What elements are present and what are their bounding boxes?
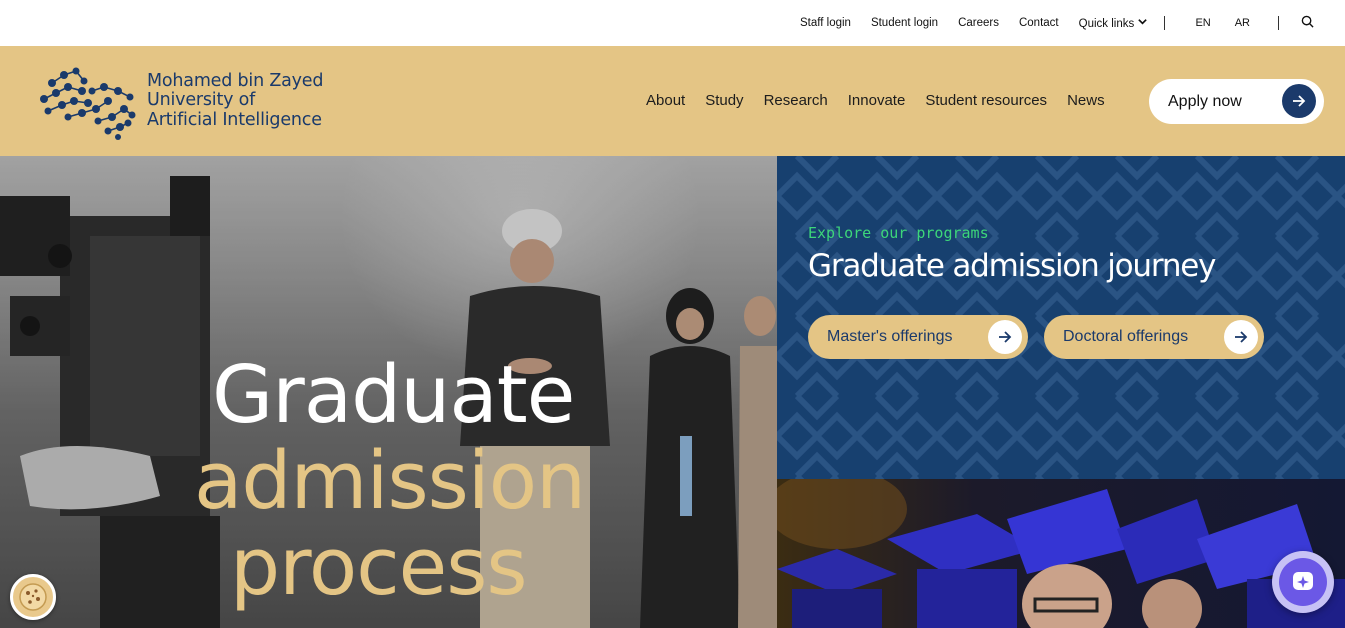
logo-line-1: Mohamed bin Zayed xyxy=(147,70,324,91)
utility-links: Staff login Student login Careers Contac… xyxy=(800,0,1345,46)
staff-login-link[interactable]: Staff login xyxy=(800,17,851,29)
search-icon xyxy=(1301,15,1314,28)
nav-news[interactable]: News xyxy=(1067,92,1105,109)
utility-bar: Staff login Student login Careers Contac… xyxy=(0,0,1345,46)
graduation-image xyxy=(777,479,1345,628)
language-ar[interactable]: AR xyxy=(1235,17,1250,29)
logo-text: Mohamed bin Zayed University of Artifici… xyxy=(147,70,324,131)
logo-line-2: University of xyxy=(147,90,256,111)
arrow-right-icon xyxy=(1224,320,1258,354)
chevron-down-icon xyxy=(1138,19,1148,25)
logo-mark-icon xyxy=(40,67,136,140)
divider xyxy=(1164,16,1166,30)
nav-research[interactable]: Research xyxy=(764,92,828,109)
contact-link[interactable]: Contact xyxy=(1019,17,1059,29)
hero-title-line-1: Graduate xyxy=(212,349,575,441)
main-header: Mohamed bin Zayed University of Artifici… xyxy=(0,46,1345,156)
hero-title-line-2: admission xyxy=(194,435,586,527)
chat-icon xyxy=(1279,558,1327,606)
careers-link[interactable]: Careers xyxy=(958,17,999,29)
search-button[interactable] xyxy=(1301,15,1331,31)
hero-title-line-3: process xyxy=(230,521,528,613)
nav-innovate[interactable]: Innovate xyxy=(848,92,906,109)
hero-title: Graduate admission process xyxy=(194,349,586,613)
cookie-settings-button[interactable] xyxy=(10,574,56,620)
language-en[interactable]: EN xyxy=(1195,17,1210,29)
masters-offerings-label: Master's offerings xyxy=(827,328,953,345)
student-login-link[interactable]: Student login xyxy=(871,17,938,29)
programs-eyebrow: Explore our programs xyxy=(808,224,989,242)
logo-line-3: Artificial Intelligence xyxy=(147,109,322,130)
nav-study[interactable]: Study xyxy=(705,92,743,109)
university-logo[interactable]: Mohamed bin Zayed University of Artifici… xyxy=(38,61,323,141)
arrow-right-icon xyxy=(988,320,1022,354)
masters-offerings-button[interactable]: Master's offerings xyxy=(808,315,1028,359)
divider xyxy=(1278,16,1279,30)
programs-panel: Explore our programs Graduate admission … xyxy=(777,156,1345,479)
main-nav: About Study Research Innovate Student re… xyxy=(646,92,1125,109)
nav-about[interactable]: About xyxy=(646,92,685,109)
nav-student-resources[interactable]: Student resources xyxy=(925,92,1047,109)
apply-now-button[interactable]: Apply now xyxy=(1149,79,1324,124)
quick-links-label: Quick links xyxy=(1078,18,1135,30)
doctoral-offerings-label: Doctoral offerings xyxy=(1063,328,1189,345)
programs-title: Graduate admission journey xyxy=(808,248,1217,284)
graduates-illustration xyxy=(777,479,1345,628)
doctoral-offerings-button[interactable]: Doctoral offerings xyxy=(1044,315,1264,359)
cookie-icon xyxy=(19,583,47,611)
quick-links-dropdown[interactable]: Quick links xyxy=(1079,16,1149,30)
hero-image: Graduate admission process xyxy=(0,156,777,628)
chat-assistant-button[interactable] xyxy=(1272,551,1334,613)
apply-now-label: Apply now xyxy=(1168,92,1242,110)
arrow-right-icon xyxy=(1282,84,1316,118)
